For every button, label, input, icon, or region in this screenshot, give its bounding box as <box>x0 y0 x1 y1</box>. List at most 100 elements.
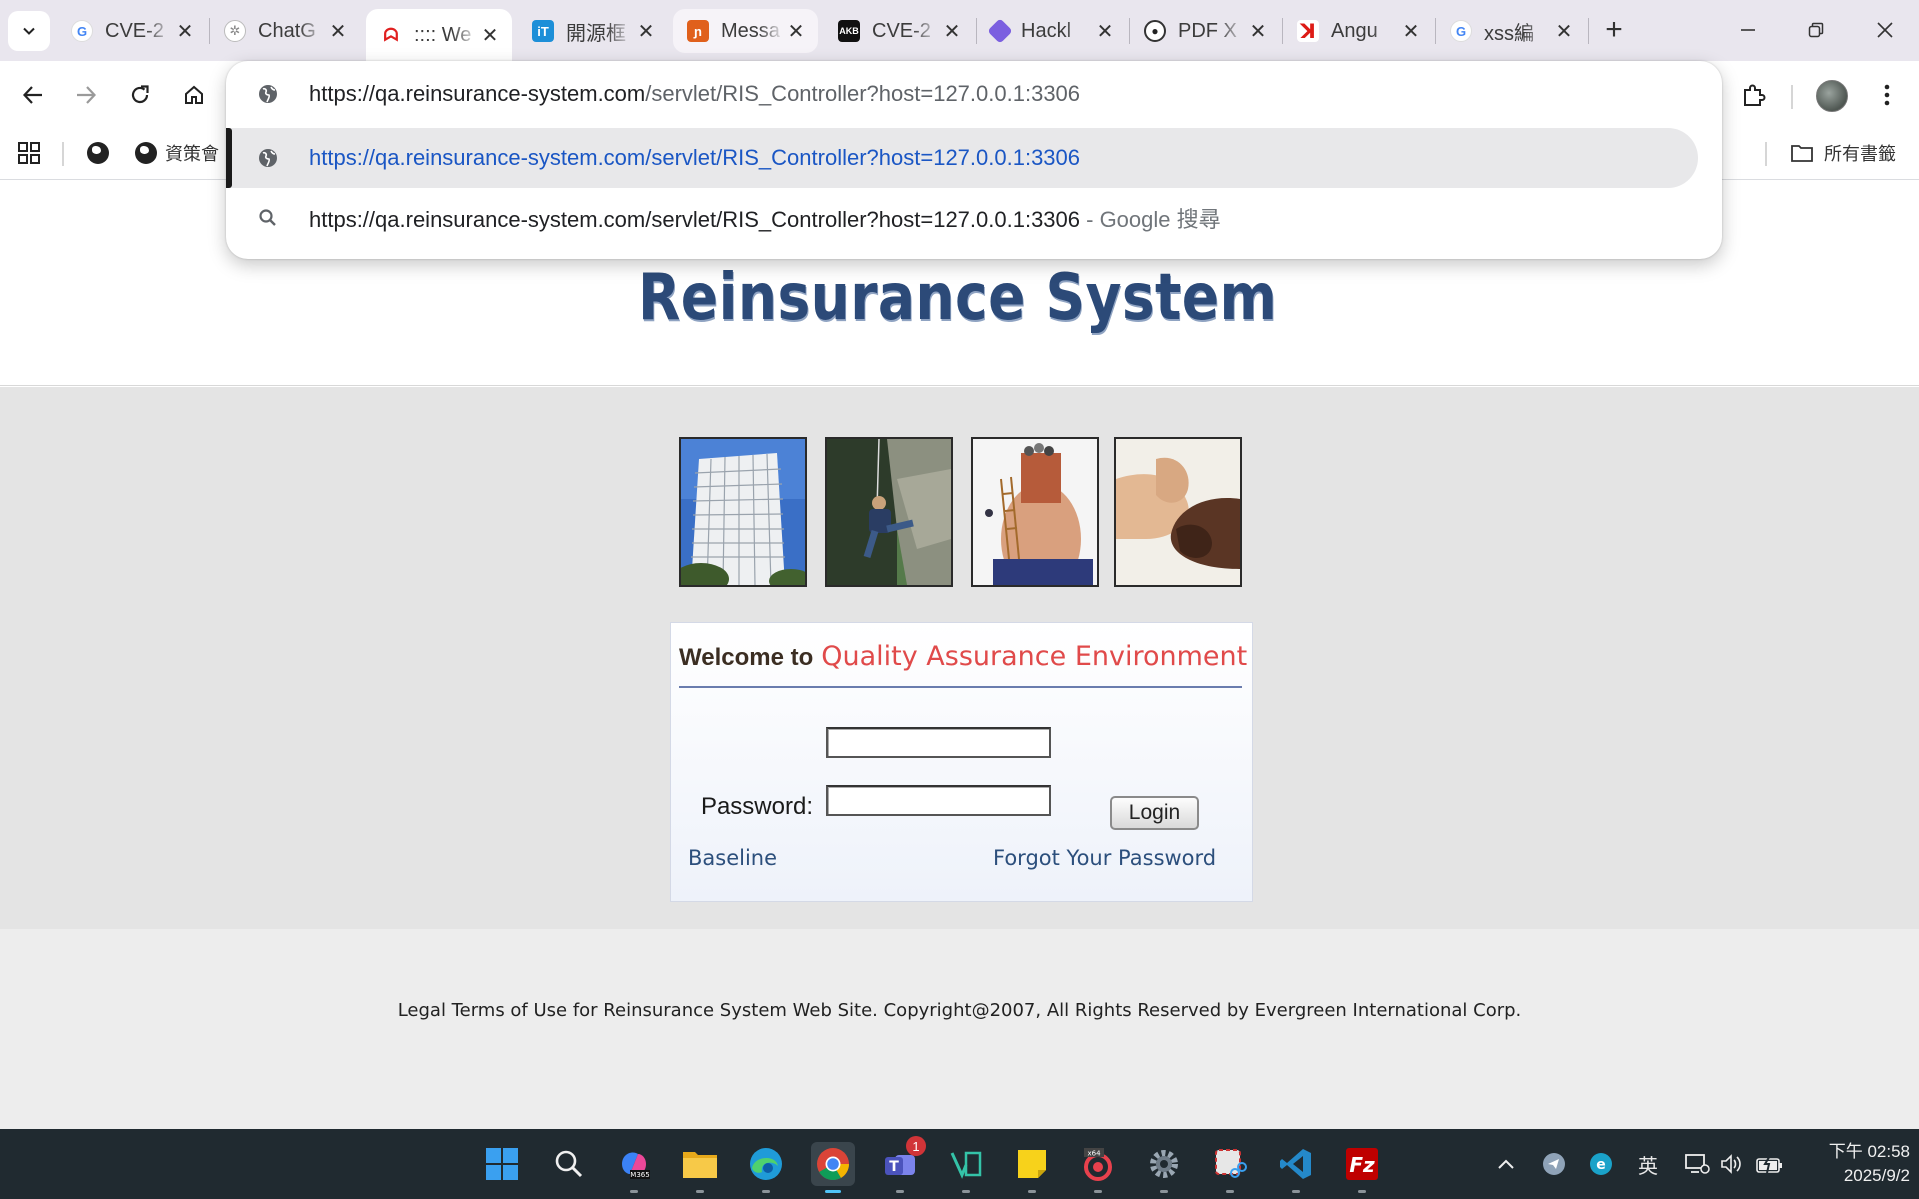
close-tab-icon[interactable]: ✕ <box>173 19 197 43</box>
taskbar-sticky-notes[interactable] <box>1010 1142 1054 1193</box>
login-button[interactable]: Login <box>1110 796 1199 830</box>
system-clock[interactable]: 下午 02:58 2025/9/2 <box>1806 1140 1910 1188</box>
tab-6[interactable]: Hackl ✕ <box>977 9 1127 53</box>
password-input[interactable] <box>826 785 1051 816</box>
running-indicator <box>1028 1190 1036 1193</box>
close-tab-icon[interactable]: ✕ <box>1399 19 1423 43</box>
tab-8[interactable]: ꓘ Angu ✕ <box>1283 9 1433 53</box>
search-query-text: https://qa.reinsurance-system.com/servle… <box>309 207 1081 232</box>
tab-2-active[interactable]: ᗣ :::: We ✕ <box>366 9 512 61</box>
sticky-note-icon <box>1018 1150 1046 1178</box>
tab-0[interactable]: G CVE-2 ✕ <box>57 9 207 53</box>
reload-button[interactable] <box>119 74 161 116</box>
close-tab-icon[interactable]: ✕ <box>634 19 658 43</box>
taskbar-filezilla[interactable]: Fz <box>1340 1142 1384 1193</box>
taskbar-app-vs[interactable] <box>944 1142 988 1193</box>
taskbar-settings[interactable] <box>1142 1142 1186 1193</box>
baseline-link[interactable]: Baseline <box>688 846 777 870</box>
profile-avatar[interactable] <box>1816 80 1848 112</box>
taskbar-vscode[interactable] <box>1274 1142 1318 1193</box>
id-input[interactable] <box>826 727 1051 758</box>
menu-button[interactable] <box>1866 74 1908 116</box>
running-indicator <box>630 1190 638 1193</box>
tab-1[interactable]: ✲ ChatG ✕ <box>210 9 360 53</box>
taskbar-file-explorer[interactable] <box>678 1142 722 1193</box>
running-indicator <box>825 1190 841 1193</box>
taskbar-chrome[interactable] <box>811 1142 855 1193</box>
ime-indicator[interactable]: 英 <box>1633 1149 1663 1179</box>
windows-taskbar: M365 T 1 x64 Fz e 英 下午 02:58 2025/9/2 <box>0 1129 1919 1199</box>
taskbar-snipping-tool[interactable] <box>1208 1142 1252 1193</box>
close-tab-icon[interactable]: ✕ <box>784 19 808 43</box>
globe-icon <box>87 142 109 164</box>
address-bar-input[interactable]: https://qa.reinsurance-system.com/servle… <box>226 64 1722 124</box>
akb-icon: AKB <box>838 20 860 42</box>
close-tab-icon[interactable]: ✕ <box>1552 19 1576 43</box>
omnibox-dropdown: https://qa.reinsurance-system.com/servle… <box>226 61 1722 259</box>
tray-volume[interactable] <box>1717 1149 1747 1179</box>
gear-icon <box>1150 1150 1178 1178</box>
google-icon: G <box>71 20 93 42</box>
tab-4[interactable]: ɲ Messa ✕ <box>673 9 818 53</box>
home-button[interactable] <box>173 74 215 116</box>
tab-title: Messa <box>721 19 780 42</box>
close-tab-icon[interactable]: ✕ <box>326 19 350 43</box>
google-icon: G <box>1450 20 1472 42</box>
close-tab-icon[interactable]: ✕ <box>1093 19 1117 43</box>
restore-button[interactable] <box>1796 10 1836 50</box>
chrome-icon <box>817 1148 850 1181</box>
toolbar-divider <box>1791 85 1793 109</box>
close-tab-icon[interactable]: ✕ <box>940 19 964 43</box>
close-tab-icon[interactable]: ✕ <box>478 23 502 47</box>
apps-button[interactable] <box>17 138 41 168</box>
tab-5[interactable]: AKB CVE-2 ✕ <box>824 9 974 53</box>
tray-telegram[interactable] <box>1539 1149 1569 1179</box>
folder-icon <box>683 1152 717 1178</box>
github-icon: ● <box>1144 20 1166 42</box>
new-tab-button[interactable]: + <box>1598 13 1630 46</box>
tray-app-e[interactable]: e <box>1586 1149 1616 1179</box>
all-bookmarks-label: 所有書籤 <box>1824 144 1896 164</box>
taskbar-search[interactable] <box>547 1142 591 1186</box>
tray-overflow-button[interactable] <box>1494 1149 1518 1179</box>
main-band: Welcome to Quality Assurance Environment … <box>0 387 1919 929</box>
tab-9[interactable]: G xss編 ✕ <box>1436 9 1586 53</box>
clock-time: 下午 02:58 <box>1828 1142 1910 1161</box>
tab-search-button[interactable] <box>8 11 50 51</box>
handshake-photo <box>1114 437 1242 587</box>
suggestion-search[interactable]: https://qa.reinsurance-system.com/servle… <box>226 188 1722 248</box>
start-button[interactable] <box>480 1142 524 1186</box>
tab-3[interactable]: iT 開源框 ✕ <box>518 9 668 53</box>
suggestion-url[interactable]: https://qa.reinsurance-system.com/servle… <box>226 128 1698 188</box>
tab-7[interactable]: ● PDF X ✕ <box>1130 9 1280 53</box>
taskbar-edge[interactable] <box>744 1142 788 1193</box>
tab-title: Angu <box>1331 19 1378 42</box>
welcome-divider <box>679 686 1242 688</box>
extensions-button[interactable] <box>1733 74 1775 116</box>
svg-text:Fz: Fz <box>1349 1153 1375 1177</box>
forward-button[interactable] <box>65 74 107 116</box>
tab-title: 開源框 <box>566 22 626 45</box>
tray-battery[interactable] <box>1754 1149 1786 1179</box>
taskbar-teams[interactable]: T 1 <box>878 1136 926 1193</box>
tray-network[interactable] <box>1682 1149 1712 1179</box>
ladder-head-photo <box>971 437 1099 587</box>
taskbar-m365[interactable]: M365 <box>612 1142 656 1193</box>
running-indicator <box>696 1190 704 1193</box>
restore-icon <box>1808 22 1824 38</box>
minimize-button[interactable] <box>1728 10 1768 50</box>
close-window-button[interactable] <box>1865 10 1905 50</box>
url-path: /servlet/RIS_Controller?host=127.0.0.1:3… <box>645 81 1081 106</box>
e-app-icon: e <box>1590 1153 1612 1175</box>
bookmark-item[interactable]: 資策會 <box>135 138 219 168</box>
all-bookmarks-button[interactable]: 所有書籤 <box>1790 138 1896 168</box>
openai-icon: ✲ <box>224 20 246 42</box>
back-button[interactable] <box>12 74 54 116</box>
forgot-password-link[interactable]: Forgot Your Password <box>993 846 1216 870</box>
running-indicator <box>1160 1190 1168 1193</box>
filezilla-icon: Fz <box>1346 1148 1378 1180</box>
chevron-up-icon <box>1498 1159 1514 1169</box>
bookmark-globe[interactable] <box>87 138 109 168</box>
close-tab-icon[interactable]: ✕ <box>1246 19 1270 43</box>
taskbar-app-x64[interactable]: x64 <box>1076 1142 1120 1193</box>
